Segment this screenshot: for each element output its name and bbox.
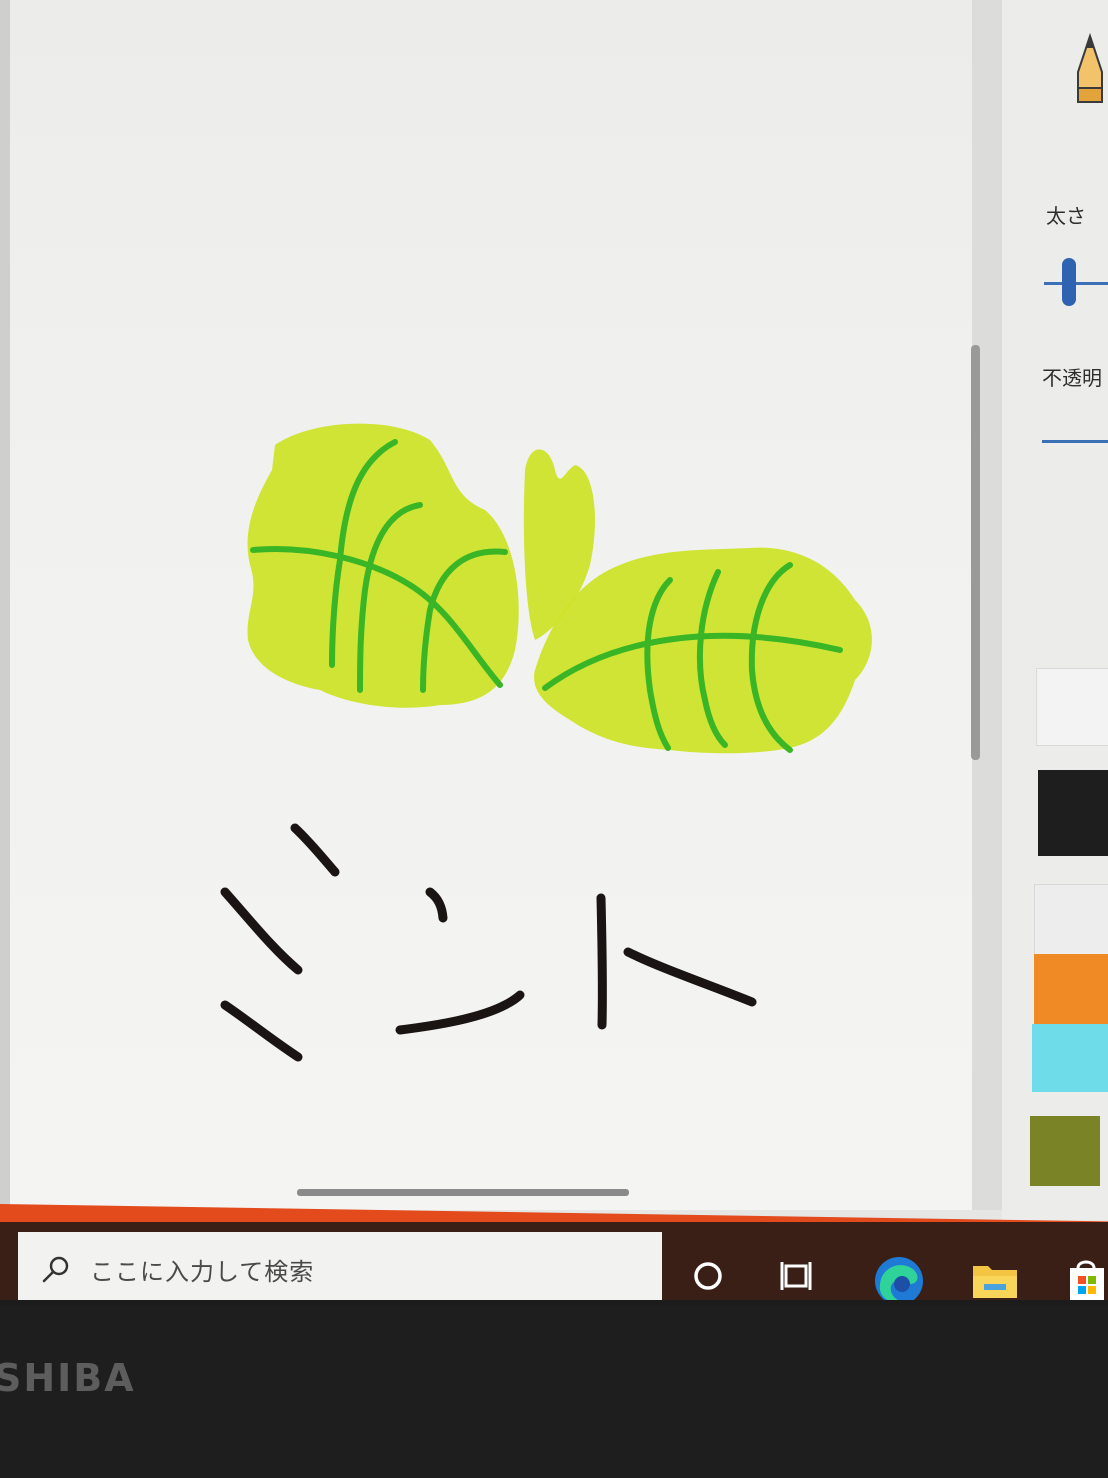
vertical-scrollbar[interactable] [971,345,980,760]
color-swatch-light-gray[interactable] [1034,884,1108,956]
color-swatch-orange[interactable] [1034,954,1108,1024]
color-swatch-white[interactable] [1036,668,1108,746]
handwritten-text [220,823,757,1062]
cortana-icon[interactable] [690,1258,726,1294]
taskbar-search-box[interactable]: ここに入力して検索 [18,1232,662,1300]
color-swatch-olive[interactable] [1030,1116,1100,1186]
canvas-drawing [220,423,872,1062]
drawing-canvas[interactable] [10,0,972,1210]
thickness-slider-thumb[interactable] [1062,258,1076,306]
thickness-slider-track[interactable] [1044,282,1108,285]
task-view-icon[interactable] [780,1256,820,1296]
color-swatch-cyan[interactable] [1032,1024,1108,1092]
search-icon [42,1256,69,1283]
laptop-bezel [0,1305,1108,1478]
brand-logo: SHIBA [0,1356,136,1400]
store-icon[interactable] [1064,1256,1108,1300]
screen: 太さ 不透明 ここに入力して検索 [0,0,1108,1300]
pencil-icon[interactable] [1072,32,1108,104]
edge-icon[interactable] [872,1254,926,1300]
thickness-label: 太さ [1046,204,1086,228]
left-leaf [247,423,519,708]
color-swatch-black[interactable] [1038,770,1108,856]
horizontal-scrollbar[interactable] [297,1189,629,1196]
window-edge [0,0,10,1210]
search-placeholder: ここに入力して検索 [90,1257,315,1286]
file-explorer-icon[interactable] [970,1258,1020,1300]
opacity-slider[interactable] [1042,440,1108,443]
opacity-label: 不透明 [1042,366,1102,390]
